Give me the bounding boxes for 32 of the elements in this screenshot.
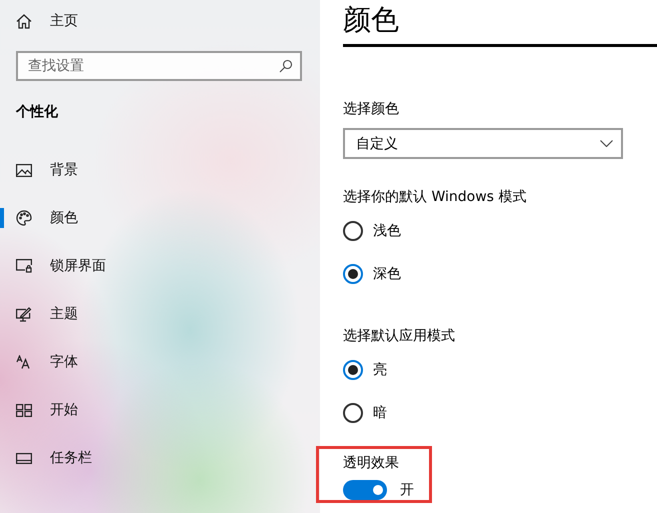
group-label: 选择你的默认 Windows 模式 xyxy=(343,188,528,207)
lock-screen-icon xyxy=(16,259,32,273)
radio-option[interactable]: 浅色 xyxy=(343,220,401,242)
field-label: 选择颜色 xyxy=(343,100,400,119)
color-dropdown[interactable]: 自定义 xyxy=(343,128,623,159)
image-icon xyxy=(16,164,32,176)
search-field[interactable]: 查找设置 xyxy=(16,51,302,81)
nav-item[interactable]: 任务栏 xyxy=(50,449,92,467)
taskbar-icon xyxy=(16,452,32,464)
chevron-down-icon xyxy=(600,140,613,147)
search-icon xyxy=(279,59,293,73)
section-heading: 个性化 xyxy=(16,103,59,122)
toggle-label: 透明效果 xyxy=(343,454,400,473)
radio-option[interactable]: 亮 xyxy=(343,359,387,381)
page-title: 颜色 xyxy=(343,2,400,38)
font-size-icon xyxy=(16,355,32,369)
home-icon xyxy=(16,14,32,28)
nav-item[interactable]: 开始 xyxy=(50,401,78,419)
nav-item[interactable]: 背景 xyxy=(50,161,78,179)
transparency-toggle[interactable] xyxy=(343,480,387,500)
nav-item[interactable]: 锁屏界面 xyxy=(50,257,106,275)
radio-option[interactable]: 暗 xyxy=(343,402,387,424)
nav-item[interactable]: 颜色 xyxy=(50,209,78,227)
group-label: 选择默认应用模式 xyxy=(343,327,456,346)
toggle-state: 开 xyxy=(400,481,414,499)
nav-item[interactable]: 字体 xyxy=(50,353,78,371)
home-link[interactable]: 主页 xyxy=(50,12,78,30)
palette-icon xyxy=(16,210,32,226)
pen-monitor-icon xyxy=(16,306,32,322)
tiles-icon xyxy=(16,404,32,416)
radio-option[interactable]: 深色 xyxy=(343,263,401,285)
nav-item[interactable]: 主题 xyxy=(50,305,78,323)
